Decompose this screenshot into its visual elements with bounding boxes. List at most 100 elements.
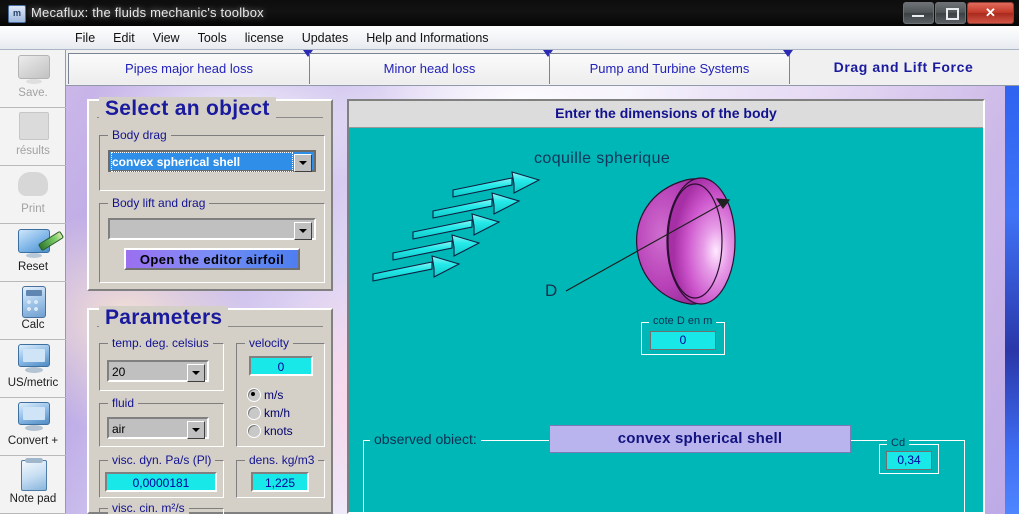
body-lift-drag-select[interactable] bbox=[108, 218, 316, 240]
toolbar-label-save: Save. bbox=[18, 87, 48, 99]
tab-label: Pipes major head loss bbox=[125, 61, 253, 76]
parameters-title: Parameters bbox=[99, 306, 229, 330]
density-caption: dens. kg/m3 bbox=[245, 453, 319, 467]
cd-caption: Cd bbox=[887, 437, 910, 449]
toolbar-button-reset[interactable]: Reset bbox=[0, 227, 66, 282]
cote-d-group: cote D en m 0 bbox=[641, 315, 725, 355]
toolbar-label-convert: Convert + bbox=[7, 435, 59, 447]
window-controls: ✕ bbox=[902, 2, 1014, 24]
print-icon bbox=[0, 169, 66, 203]
close-button[interactable]: ✕ bbox=[967, 2, 1014, 24]
close-icon: ✕ bbox=[985, 5, 996, 20]
units-icon bbox=[0, 343, 66, 377]
viscosity-dynamic-group: visc. dyn. Pa/s (Pl) 0,0000181 bbox=[99, 453, 224, 498]
title-bar: m Mecaflux: the fluids mechanic's toolbo… bbox=[0, 0, 1019, 27]
right-edge-strip bbox=[1005, 86, 1019, 514]
tab-label: Minor head loss bbox=[383, 61, 476, 76]
cd-input[interactable]: 0,34 bbox=[886, 451, 932, 470]
fluid-value: air bbox=[112, 422, 126, 436]
temperature-caption: temp. deg. celsius bbox=[108, 336, 213, 350]
tab-label: Drag and Lift Force bbox=[833, 59, 974, 75]
toolbar-label-reset: Reset bbox=[17, 261, 49, 273]
minimize-button[interactable] bbox=[903, 2, 934, 24]
reset-icon bbox=[0, 227, 66, 261]
menu-bar: File Edit View Tools license Updates Hel… bbox=[0, 26, 1019, 50]
toolbar-button-notepad[interactable]: Note pad bbox=[0, 458, 66, 514]
velocity-caption: velocity bbox=[245, 336, 294, 350]
velocity-unit-knots-radio[interactable]: knots bbox=[247, 424, 293, 438]
viscosity-dynamic-caption: visc. dyn. Pa/s (Pl) bbox=[108, 453, 216, 467]
fluid-caption: fluid bbox=[108, 396, 139, 410]
convert-icon bbox=[0, 401, 66, 435]
results-icon bbox=[0, 111, 66, 145]
app-icon: m bbox=[8, 5, 26, 23]
toolbar-label-print: Print bbox=[21, 203, 45, 215]
toolbar-label-results: résults bbox=[16, 145, 50, 157]
observed-object-value: convex spherical shell bbox=[549, 425, 851, 453]
toolbar-label-notepad: Note pad bbox=[9, 493, 57, 505]
toolbar-button-print[interactable]: Print bbox=[0, 169, 66, 224]
notepad-icon bbox=[0, 458, 66, 493]
chevron-down-icon[interactable] bbox=[187, 421, 205, 439]
body-drag-value: convex spherical shell bbox=[111, 152, 293, 172]
window-title: Mecaflux: the fluids mechanic's toolbox bbox=[31, 5, 264, 20]
temperature-select[interactable]: 20 bbox=[107, 360, 209, 382]
density-input[interactable]: 1,225 bbox=[251, 472, 309, 492]
maximize-button[interactable] bbox=[935, 2, 966, 24]
menu-item-help[interactable]: Help and Informations bbox=[357, 29, 497, 47]
chevron-down-icon[interactable] bbox=[294, 154, 312, 172]
toolbar-label-calc: Calc bbox=[21, 319, 45, 331]
tab-pipes-major-head-loss[interactable]: Pipes major head loss bbox=[68, 50, 313, 84]
body-drag-caption: Body drag bbox=[108, 128, 171, 142]
tab-minor-head-loss[interactable]: Minor head loss bbox=[309, 50, 553, 84]
save-icon bbox=[0, 53, 66, 87]
menu-item-tools[interactable]: Tools bbox=[189, 29, 236, 47]
menu-item-file[interactable]: File bbox=[66, 29, 104, 47]
fluid-group: fluid air bbox=[99, 396, 224, 447]
cote-d-input[interactable]: 0 bbox=[650, 331, 716, 350]
fluid-select[interactable]: air bbox=[107, 417, 209, 439]
body-diagram-canvas: coquille spherique D cote D en m 0 obser… bbox=[349, 128, 983, 512]
toolbar-button-us-metric[interactable]: US/metric bbox=[0, 343, 66, 398]
menu-item-license[interactable]: license bbox=[236, 29, 293, 47]
menu-item-updates[interactable]: Updates bbox=[293, 29, 358, 47]
toolbar-button-convert[interactable]: Convert + bbox=[0, 401, 66, 456]
tab-label: Pump and Turbine Systems bbox=[589, 61, 750, 76]
tab-drag-and-lift-force[interactable]: Drag and Lift Force bbox=[791, 53, 1016, 84]
flow-arrow-group bbox=[372, 171, 541, 282]
velocity-unit-kmh-radio[interactable]: km/h bbox=[247, 406, 290, 420]
select-object-title: Select an object bbox=[99, 97, 276, 121]
body-lift-drag-group: Body lift and drag Open the editor airfo… bbox=[99, 196, 325, 283]
density-group: dens. kg/m3 1,225 bbox=[236, 453, 325, 498]
body-lift-drag-value bbox=[113, 222, 294, 238]
chevron-down-icon[interactable] bbox=[294, 222, 312, 240]
temperature-group: temp. deg. celsius 20 bbox=[99, 336, 224, 391]
viscosity-dynamic-input[interactable]: 0,0000181 bbox=[105, 472, 217, 492]
cote-d-caption: cote D en m bbox=[649, 315, 717, 327]
chevron-down-icon[interactable] bbox=[187, 364, 205, 382]
tab-strip: Pipes major head loss Minor head loss Pu… bbox=[66, 50, 1019, 86]
toolbar-button-results[interactable]: résults bbox=[0, 111, 66, 166]
left-toolbar: Save. résults Print Reset Calc US/metric… bbox=[0, 50, 66, 514]
velocity-input[interactable]: 0 bbox=[249, 356, 313, 376]
observed-object-caption: observed obiect: bbox=[370, 431, 481, 447]
viscosity-kinematic-caption: visc. cin. m²/s bbox=[108, 501, 189, 514]
minimize-icon bbox=[912, 15, 924, 17]
viscosity-kinematic-group: visc. cin. m²/s bbox=[99, 501, 224, 514]
calculator-icon bbox=[0, 285, 66, 319]
body-dimensions-panel: Enter the dimensions of the body coquill… bbox=[347, 99, 985, 514]
open-editor-airfoil-button[interactable]: Open the editor airfoil bbox=[124, 248, 300, 270]
tab-pump-and-turbine-systems[interactable]: Pump and Turbine Systems bbox=[549, 50, 793, 84]
body-dimensions-header: Enter the dimensions of the body bbox=[349, 101, 983, 128]
body-drag-group: Body drag convex spherical shell bbox=[99, 128, 325, 191]
toolbar-button-calc[interactable]: Calc bbox=[0, 285, 66, 340]
parameters-panel: Parameters temp. deg. celsius 20 fluid a… bbox=[87, 306, 333, 514]
diameter-label: D bbox=[545, 281, 557, 300]
menu-item-view[interactable]: View bbox=[144, 29, 189, 47]
observed-object-group: observed obiect: convex spherical shell bbox=[363, 425, 965, 512]
body-drag-select[interactable]: convex spherical shell bbox=[108, 150, 316, 172]
menu-item-edit[interactable]: Edit bbox=[104, 29, 144, 47]
velocity-unit-ms-radio[interactable]: m/s bbox=[247, 388, 283, 402]
velocity-group: velocity 0 m/s km/h knots bbox=[236, 336, 325, 447]
toolbar-button-save[interactable]: Save. bbox=[0, 53, 66, 108]
